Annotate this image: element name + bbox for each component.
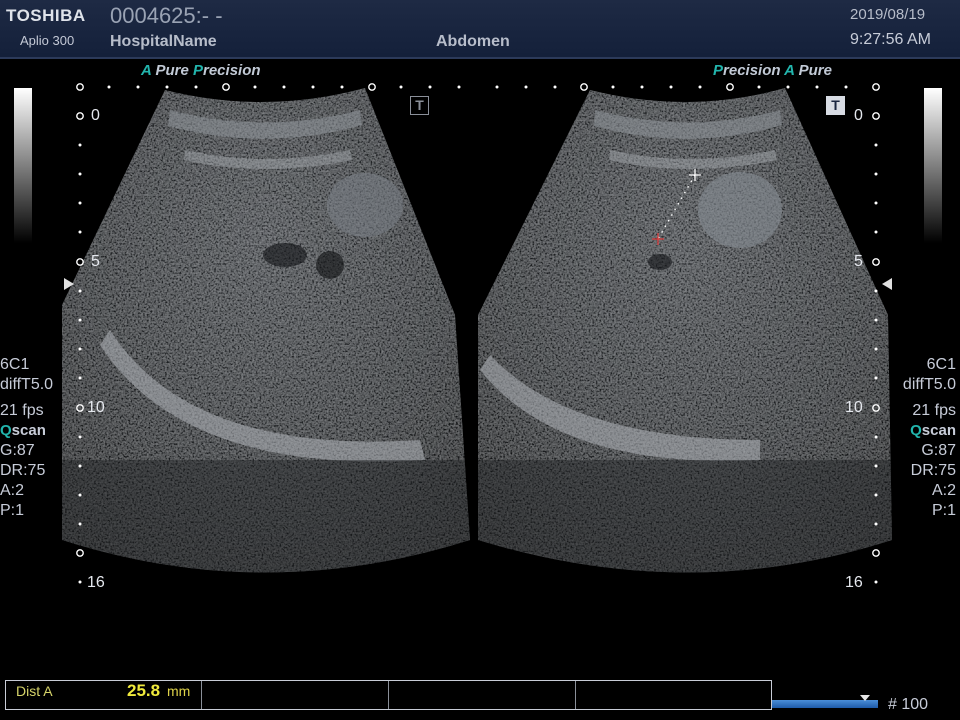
dist-a-value: 25.8 bbox=[127, 681, 161, 700]
tag-p-letter: P bbox=[713, 62, 724, 79]
measurement-slot-2[interactable] bbox=[202, 681, 389, 709]
lateral-scale bbox=[76, 83, 880, 91]
dr-label: DR:75 bbox=[910, 462, 956, 479]
left-grayscale-bar bbox=[14, 88, 32, 243]
tag-precision-text: recision bbox=[203, 62, 261, 79]
probe-label: 6C1 bbox=[926, 356, 956, 373]
tag-pure-text: Pure bbox=[155, 62, 189, 79]
left-preset-tag: A Pure Precision bbox=[141, 62, 261, 79]
right-grayscale-bar bbox=[924, 88, 942, 243]
tag-p-letter: P bbox=[192, 62, 203, 79]
left-depth-10: 10 bbox=[87, 399, 105, 416]
right-depth-10: 10 bbox=[845, 399, 863, 416]
gain-label: G:87 bbox=[921, 442, 956, 459]
tag-a-letter: A bbox=[141, 62, 152, 79]
dist-a-result[interactable]: Dist A 25.8 mm bbox=[6, 681, 202, 709]
right-preset-tag: Precision A Pure bbox=[713, 62, 832, 79]
left-depth-0: 0 bbox=[91, 107, 100, 124]
left-imaging-params: 6C1 diffT5.0 21 fps Qscan G:87 DR:75 A:2… bbox=[0, 355, 53, 521]
measurement-slot-3[interactable] bbox=[389, 681, 576, 709]
mode-label: diffT5.0 bbox=[902, 376, 956, 393]
p-label: P:1 bbox=[931, 502, 956, 519]
tag-pure-text: Pure bbox=[798, 62, 832, 79]
left-depth-16: 16 bbox=[87, 574, 105, 591]
left-depth-5: 5 bbox=[91, 253, 100, 270]
a-label: A:2 bbox=[931, 482, 956, 499]
measurement-results[interactable]: Dist A 25.8 mm bbox=[5, 680, 772, 710]
probe-label: 6C1 bbox=[0, 356, 30, 373]
cine-position-icon[interactable] bbox=[860, 695, 870, 701]
fps-label: 21 fps bbox=[0, 402, 44, 419]
dist-a-unit: mm bbox=[167, 683, 191, 699]
right-depth-5: 5 bbox=[854, 253, 863, 270]
right-imaging-params: 6C1 diffT5.0 21 fps Qscan G:87 DR:75 A:2… bbox=[903, 355, 956, 521]
dist-a-label: Dist A bbox=[16, 683, 53, 699]
right-depth-16: 16 bbox=[845, 574, 863, 591]
tag-a-letter: A bbox=[784, 62, 795, 79]
frame-counter: # 100 bbox=[888, 696, 929, 713]
right-scan-image bbox=[478, 88, 892, 573]
mode-label: diffT5.0 bbox=[0, 376, 54, 393]
measurement-slot-4[interactable] bbox=[576, 681, 771, 709]
ultrasound-image bbox=[62, 83, 892, 584]
right-depth-0: 0 bbox=[854, 107, 863, 124]
a-label: A:2 bbox=[0, 482, 25, 499]
qscan-label: Qscan bbox=[0, 422, 46, 439]
gain-label: G:87 bbox=[0, 442, 35, 459]
fps-label: 21 fps bbox=[912, 402, 956, 419]
left-freeze-t-icon[interactable]: T bbox=[410, 96, 429, 115]
qscan-label: Qscan bbox=[910, 422, 956, 439]
right-active-t-icon[interactable]: T bbox=[826, 96, 845, 115]
left-focus-marker-icon[interactable] bbox=[64, 278, 74, 290]
p-label: P:1 bbox=[0, 502, 25, 519]
cine-progress-bar[interactable] bbox=[772, 700, 878, 708]
right-focus-marker-icon[interactable] bbox=[882, 278, 892, 290]
tag-precision-text: recision bbox=[723, 62, 781, 79]
left-scan-image bbox=[62, 88, 470, 573]
dr-label: DR:75 bbox=[0, 462, 46, 479]
